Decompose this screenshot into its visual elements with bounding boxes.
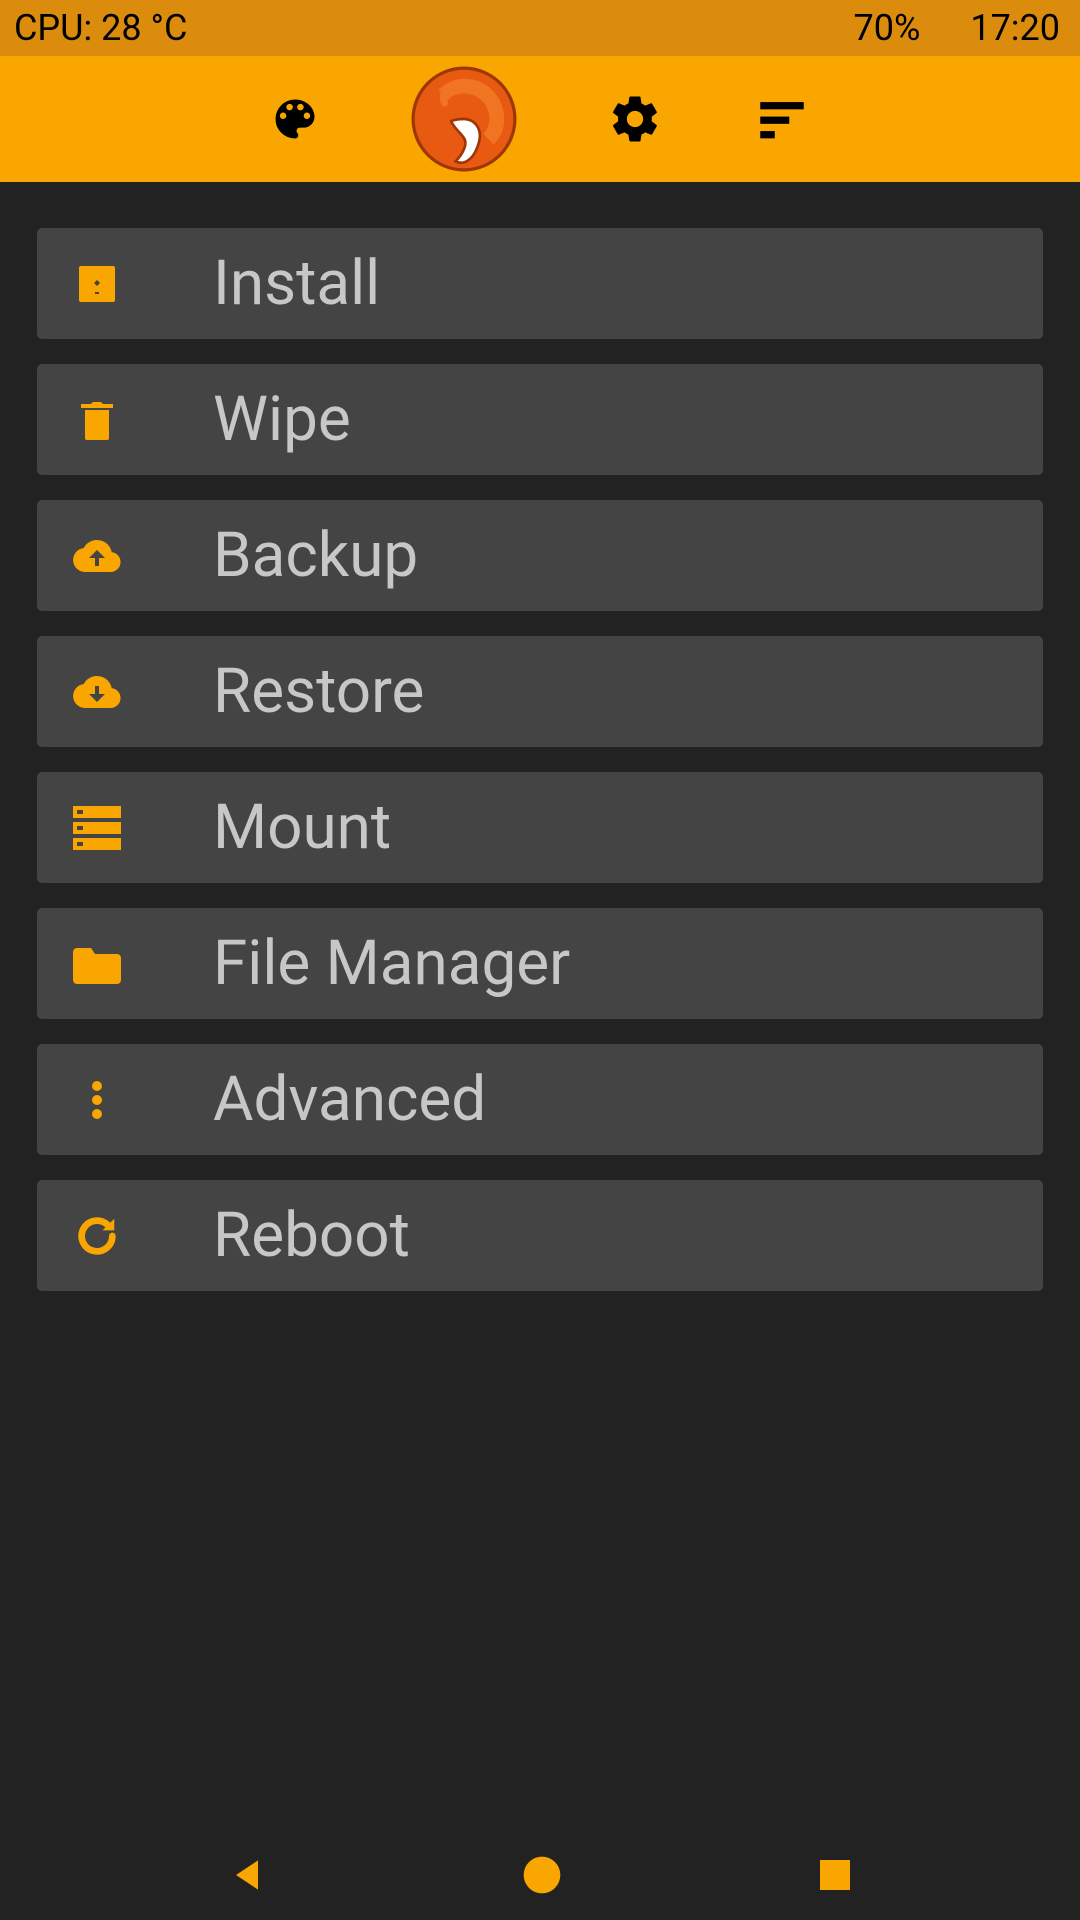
logo-button[interactable]	[411, 66, 517, 172]
storage-icon	[73, 804, 121, 852]
theme-button[interactable]	[269, 93, 321, 145]
main-menu: Install Wipe Backup Restore	[0, 182, 1080, 1291]
trash-icon	[73, 396, 121, 444]
menu-item-file-manager[interactable]: File Manager	[37, 908, 1043, 1019]
refresh-icon	[73, 1212, 121, 1260]
menu-label: Reboot	[213, 1199, 410, 1272]
cloud-upload-icon	[73, 532, 121, 580]
gear-icon	[607, 91, 663, 147]
menu-item-restore[interactable]: Restore	[37, 636, 1043, 747]
status-battery: 70%	[854, 7, 921, 49]
fox-logo-icon	[411, 66, 517, 172]
menu-item-advanced[interactable]: Advanced	[37, 1044, 1043, 1155]
home-circle-icon	[520, 1853, 564, 1897]
menu-item-mount[interactable]: Mount	[37, 772, 1043, 883]
menu-label: Restore	[213, 655, 424, 728]
nav-recent-button[interactable]	[815, 1855, 855, 1895]
nav-home-button[interactable]	[520, 1853, 564, 1897]
back-triangle-icon	[225, 1853, 269, 1897]
recent-square-icon	[815, 1855, 855, 1895]
status-time: 17:20	[970, 7, 1060, 49]
menu-item-backup[interactable]: Backup	[37, 500, 1043, 611]
nav-bar	[0, 1830, 1080, 1920]
cloud-download-icon	[73, 668, 121, 716]
menu-item-reboot[interactable]: Reboot	[37, 1180, 1043, 1291]
menu-label: File Manager	[213, 927, 570, 1000]
menu-label: Mount	[213, 791, 391, 864]
archive-down-icon	[73, 260, 121, 308]
menu-label: Install	[213, 247, 380, 320]
sort-button[interactable]	[753, 90, 811, 148]
menu-label: Advanced	[213, 1063, 486, 1136]
status-bar: CPU: 28 °C 70% 17:20	[0, 0, 1080, 56]
menu-item-install[interactable]: Install	[37, 228, 1043, 339]
menu-label: Backup	[213, 519, 418, 592]
sort-icon	[753, 90, 811, 148]
toolbar	[0, 56, 1080, 182]
settings-button[interactable]	[607, 91, 663, 147]
folder-icon	[73, 940, 121, 988]
palette-icon	[269, 93, 321, 145]
menu-label: Wipe	[213, 383, 351, 456]
more-vert-icon	[73, 1076, 121, 1124]
status-cpu-temp: CPU: 28 °C	[14, 7, 854, 49]
nav-back-button[interactable]	[225, 1853, 269, 1897]
menu-item-wipe[interactable]: Wipe	[37, 364, 1043, 475]
